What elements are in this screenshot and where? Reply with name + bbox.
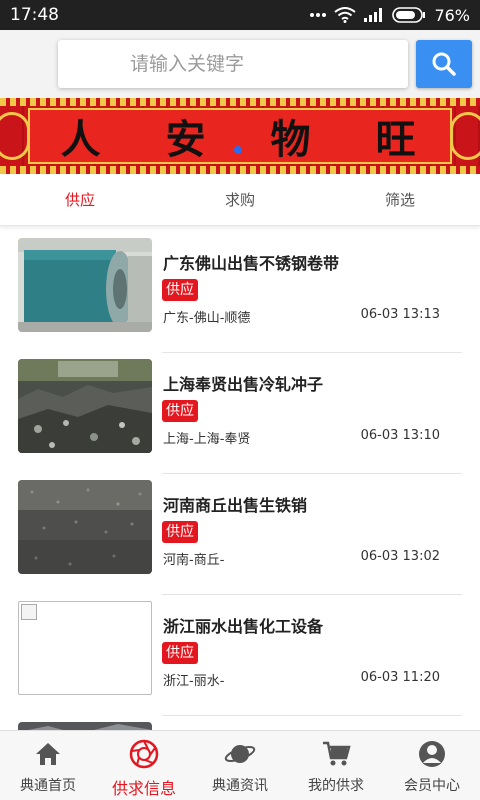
listing-location: 浙江-丽水-	[163, 674, 225, 689]
banner-swirl-right	[450, 112, 480, 160]
promo-banner[interactable]: 人 安 物 旺	[0, 98, 480, 174]
user-icon	[419, 741, 445, 767]
planet-icon	[224, 745, 256, 763]
nav-label: 供求信息	[111, 779, 176, 798]
listing-title: 上海奉贤出售冷轧冲子	[163, 375, 324, 394]
slogan-char: 物	[270, 116, 315, 163]
listing-location: 广东-佛山-顺德	[163, 311, 251, 326]
list-item[interactable]: 河南商丘出售生铁销 供应 河南-商丘- 06-03 13:02	[0, 474, 480, 595]
banner-panel: 人 安 物 旺	[28, 108, 452, 164]
banner-slogan: 人 安 物 旺	[30, 110, 450, 163]
listing-location: 上海-上海-奉贤	[163, 432, 251, 447]
banner-swirl-left	[0, 112, 30, 160]
slogan-char: 安	[165, 116, 210, 163]
supply-badge: 供应	[162, 400, 198, 422]
list-item[interactable]	[0, 716, 480, 730]
listing-time: 06-03 13:02	[360, 549, 440, 564]
listing-thumbnail	[18, 359, 152, 453]
list-item[interactable]: 广东佛山出售不锈钢卷带 供应 广东-佛山-顺德 06-03 13:13	[0, 232, 480, 353]
search-box	[58, 40, 408, 88]
nav-home[interactable]: 典通首页	[0, 731, 96, 800]
nav-label: 典通首页	[20, 778, 76, 794]
listing-title: 河南商丘出售生铁销	[163, 496, 308, 515]
search-input[interactable]	[58, 40, 408, 88]
signal-icon	[364, 8, 383, 22]
listing-thumbnail	[18, 480, 152, 574]
home-icon	[36, 743, 60, 765]
bottom-navigation: 典通首页 供求信息 典通资讯 我的供求 会员中心	[0, 730, 480, 800]
supply-badge: 供应	[162, 521, 198, 543]
supply-badge: 供应	[162, 642, 198, 664]
more-dots-icon	[310, 13, 327, 17]
search-header	[0, 30, 480, 98]
listing-list: 广东佛山出售不锈钢卷带 供应 广东-佛山-顺德 06-03 13:13 上海奉贤…	[0, 232, 480, 730]
nav-label: 会员中心	[404, 778, 460, 794]
list-item[interactable]: 浙江丽水出售化工设备 供应 浙江-丽水- 06-03 11:20	[0, 595, 480, 716]
list-item[interactable]: 上海奉贤出售冷轧冲子 供应 上海-上海-奉贤 06-03 13:10	[0, 353, 480, 474]
banner-border-top	[0, 98, 480, 106]
wifi-icon	[334, 7, 357, 23]
supply-badge: 供应	[162, 279, 198, 301]
listing-title: 浙江丽水出售化工设备	[163, 617, 324, 636]
banner-page-indicator	[234, 146, 242, 154]
listing-thumbnail	[18, 722, 152, 730]
nav-member-center[interactable]: 会员中心	[384, 731, 480, 800]
nav-supply-info[interactable]: 供求信息	[96, 731, 192, 800]
listing-location: 河南-商丘-	[163, 553, 225, 568]
nav-news[interactable]: 典通资讯	[192, 731, 288, 800]
battery-percent: 76%	[434, 5, 470, 25]
listing-thumbnail	[18, 238, 152, 332]
nav-label: 典通资讯	[212, 778, 268, 794]
banner-border-bottom	[0, 166, 480, 174]
broken-image-icon	[21, 604, 37, 620]
nav-label: 我的供求	[308, 778, 364, 794]
listing-time: 06-03 13:13	[360, 307, 440, 322]
search-icon	[432, 52, 456, 76]
listing-time: 06-03 11:20	[360, 670, 440, 685]
listing-title: 广东佛山出售不锈钢卷带	[163, 254, 340, 273]
battery-icon	[392, 7, 426, 23]
broken-image-placeholder	[18, 601, 152, 695]
listing-time: 06-03 13:10	[360, 428, 440, 443]
tab-supply[interactable]: 供应	[0, 174, 160, 225]
status-bar: 17:48 76%	[0, 0, 480, 30]
category-tabs: 供应 求购 筛选	[0, 174, 480, 226]
status-icons: 76%	[310, 4, 470, 26]
status-time: 17:48	[10, 5, 59, 25]
aperture-icon	[129, 739, 159, 769]
nav-my-supply[interactable]: 我的供求	[288, 731, 384, 800]
tab-filter[interactable]: 筛选	[320, 174, 480, 225]
tab-purchase[interactable]: 求购	[160, 174, 320, 225]
slogan-char: 旺	[375, 116, 420, 163]
search-button[interactable]	[416, 40, 472, 88]
cart-icon	[323, 741, 351, 766]
slogan-char: 人	[60, 116, 105, 163]
